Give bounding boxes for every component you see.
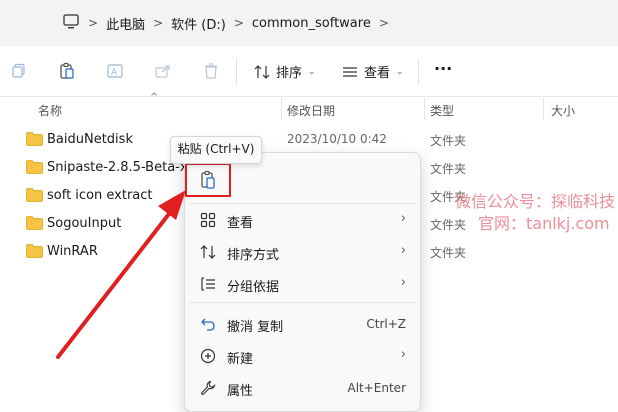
annotation-arrow — [56, 190, 186, 359]
